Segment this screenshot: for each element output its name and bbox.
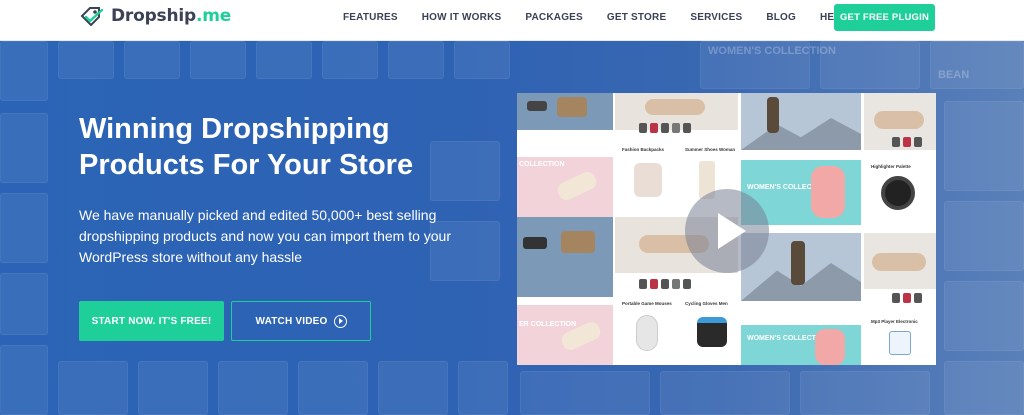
jeans-flatlay-image-2 [517,217,613,297]
nav-blog[interactable]: BLOG [766,12,796,23]
hero-section: WOMEN'S COLLECTION BEAN Winning Dropship… [0,41,1024,415]
video-play-icon[interactable] [685,189,769,273]
watch-swatches-2 [892,137,922,147]
product-card-fashion-backpacks[interactable]: Fashion Backpacks [620,145,678,209]
watch-swatches [639,123,691,133]
hero-title: Winning Dropshipping Products For Your S… [79,113,414,181]
nav-features[interactable]: FEATURES [343,12,398,23]
nav-packages[interactable]: PACKAGES [525,12,583,23]
sneakers-pink-image: COLLECTION [517,157,613,217]
bg-bean-text: BEAN [938,69,970,81]
product-card-cycling-gloves[interactable]: Cycling Gloves Men [683,299,741,363]
watch-swatches-3 [639,279,691,289]
tag-logo-icon [80,7,104,26]
nav-how-it-works[interactable]: HOW IT WORKS [422,12,502,23]
jeans-flatlay-image [517,93,613,130]
site-header: Dropship.me FEATURES HOW IT WORKS PACKAG… [0,0,1024,41]
nav-get-store[interactable]: GET STORE [607,12,666,23]
get-free-plugin-button[interactable]: GET FREE PLUGIN [834,4,935,31]
sneakers-pink-image-2: ER COLLECTION [517,305,613,365]
bg-womens-collection-text: WOMEN'S COLLECTION [708,45,836,57]
watch-swatches-4 [892,293,922,303]
play-circle-icon [333,314,347,328]
start-now-button[interactable]: START NOW. IT'S FREE! [79,301,224,341]
womens-collection-banner-2: WOMEN'S COLLECTION [741,325,861,365]
watch-video-button[interactable]: WATCH VIDEO [231,301,371,341]
product-card-highlighter[interactable]: Highlighter Palette [867,160,933,225]
mountain-hiker-image [741,93,861,150]
watch-video-label: WATCH VIDEO [255,315,328,327]
product-card-game-mouses[interactable]: Portable Game Mouses [620,299,678,363]
product-card-mp3-player[interactable]: Mp3 Player Electronic [867,315,933,365]
video-preview[interactable]: COLLECTION Fashion Backpacks Summer Shoe… [517,93,936,365]
logo[interactable]: Dropship.me [79,6,231,26]
watch-arm-image-4 [864,233,936,289]
nav-services[interactable]: SERVICES [690,12,742,23]
main-nav: FEATURES HOW IT WORKS PACKAGES GET STORE… [343,0,872,34]
logo-text: Dropship.me [111,6,232,26]
hero-subtitle: We have manually picked and edited 50,00… [79,207,451,265]
